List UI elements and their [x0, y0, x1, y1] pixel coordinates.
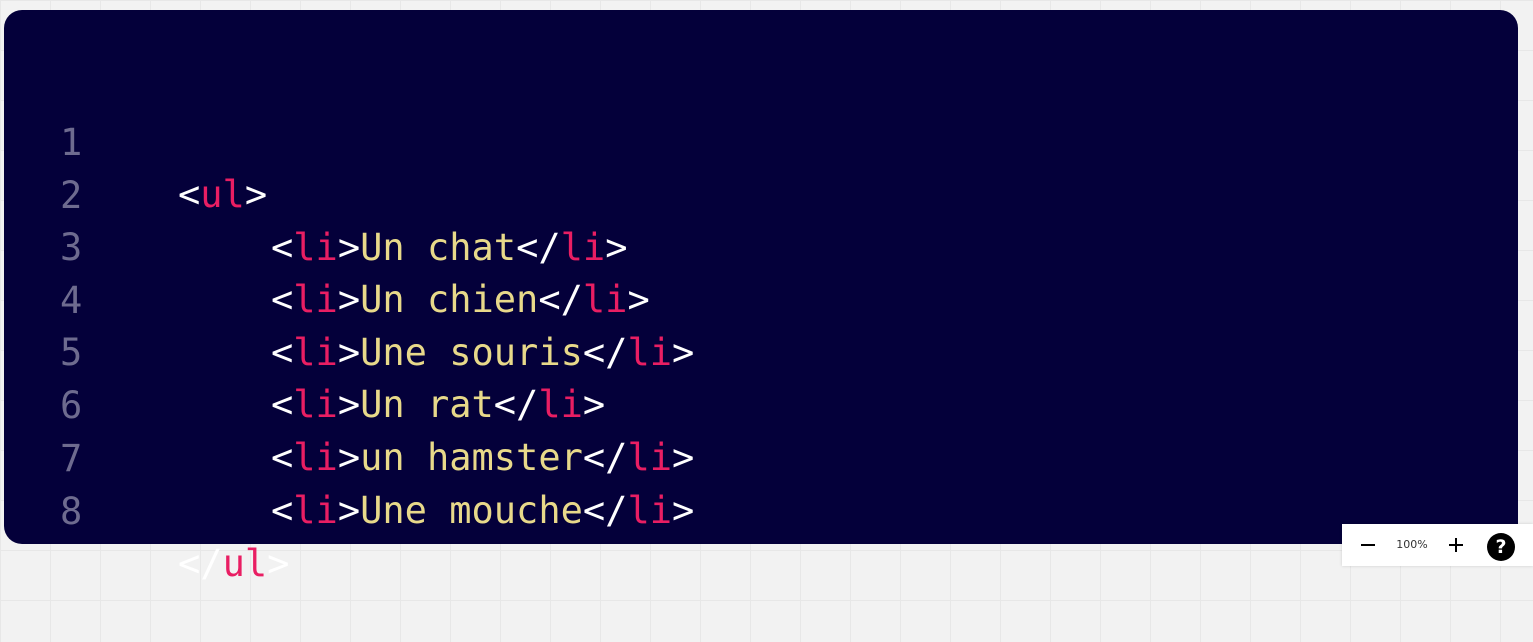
code-line: 6 <li>un hamster</li> [4, 328, 1518, 479]
code-content: <li>Une mouche</li> [271, 485, 694, 537]
code-content: </ul> [178, 538, 289, 590]
plus-icon[interactable] [1446, 535, 1466, 555]
code-line: 7 <li>Une mouche</li> [4, 381, 1518, 532]
tag-close-bracket: > [267, 542, 290, 585]
code-line: 2 <li>Un chat</li> [4, 118, 1518, 269]
closing-tag-close-bracket: > [672, 489, 695, 532]
list-item-text: Une mouche [360, 489, 583, 532]
tag-name: ul [222, 542, 268, 585]
help-button[interactable]: ? [1487, 533, 1515, 561]
code-line: 3 <li>Un chien</li> [4, 170, 1518, 321]
code-line: 1 <ul> [4, 65, 1518, 216]
closing-tag-open-bracket: </ [582, 489, 628, 532]
code-line: 4 <li>Une souris</li> [4, 223, 1518, 374]
zoom-controls: 100% ? [1342, 524, 1533, 566]
code-block: 1 <ul> 2 <li>Un chat</li> 3 <li>Un chien… [4, 10, 1518, 585]
code-line: 8 </ul> [4, 434, 1518, 585]
zoom-level: 100% [1396, 538, 1428, 551]
minus-icon[interactable] [1358, 535, 1378, 555]
tag-name: li [293, 489, 338, 532]
tag-open-bracket: < [271, 489, 294, 532]
line-number: 8 [60, 490, 83, 533]
closing-tag-name: li [627, 489, 673, 532]
question-mark-icon: ? [1495, 536, 1507, 558]
tag-open-bracket: </ [178, 542, 223, 585]
code-line: 5 <li>Un rat</li> [4, 275, 1518, 426]
tag-close-bracket: > [337, 489, 361, 532]
